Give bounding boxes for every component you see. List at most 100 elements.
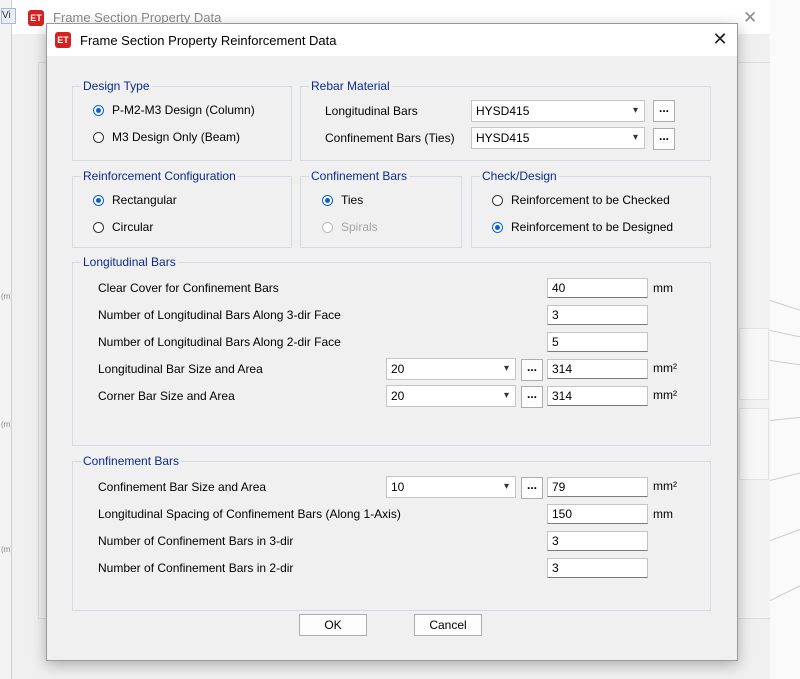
clear-cover-label: Clear Cover for Confinement Bars <box>98 281 279 295</box>
radio-label: Reinforcement to be Checked <box>511 193 670 207</box>
radio-button[interactable] <box>93 131 104 143</box>
design-type-group: Design Type P-M2-M3 Design (Column) M3 D… <box>72 78 292 161</box>
select-value: 20 <box>391 362 405 376</box>
confinement-2dir-field[interactable]: 3 <box>547 558 648 578</box>
etabs-logo-icon: ET <box>55 32 71 48</box>
confinement-bars-label: Confinement Bars (Ties) <box>325 131 455 145</box>
radio-label: M3 Design Only (Beam) <box>112 130 241 144</box>
radio-label: Ties <box>341 193 364 207</box>
clear-cover-field[interactable]: 40 <box>547 278 648 298</box>
check-design-title: Check/Design <box>480 168 559 184</box>
radio-button-checked[interactable] <box>93 194 104 206</box>
chevron-down-icon: ▾ <box>503 481 509 492</box>
chevron-down-icon: ▾ <box>503 363 509 374</box>
radio-button-checked[interactable] <box>322 194 333 206</box>
grid-line <box>770 300 800 314</box>
longitudinal-rebar-select[interactable]: HYSD415 ▾ <box>471 100 645 122</box>
confinement-bars-group: Confinement Bars Confinement Bar Size an… <box>72 453 711 611</box>
cancel-button[interactable]: Cancel <box>414 614 482 636</box>
bars-3dir-field[interactable]: 3 <box>547 305 648 325</box>
confinement-area-field[interactable]: 79 <box>547 477 648 497</box>
bar-size-label: Longitudinal Bar Size and Area <box>98 362 263 376</box>
confinement-area-unit: mm² <box>653 479 677 493</box>
confinement-size-ellipsis-button[interactable]: ... <box>521 477 543 499</box>
background-tab[interactable]: Vi <box>1 8 16 24</box>
corner-bar-ellipsis-button[interactable]: ... <box>521 386 543 408</box>
corner-area-field[interactable]: 314 <box>547 386 648 406</box>
radio-label: Reinforcement to be Designed <box>511 220 674 234</box>
radio-label: Rectangular <box>112 193 177 207</box>
longitudinal-bars-group: Longitudinal Bars Clear Cover for Confin… <box>72 254 711 446</box>
corner-area-unit: mm² <box>653 388 677 402</box>
radio-button-checked[interactable] <box>93 104 104 116</box>
radio-button-checked[interactable] <box>492 221 503 233</box>
confinement-2dir-label: Number of Confinement Bars in 2-dir <box>98 561 294 575</box>
longitudinal-bars-title: Longitudinal Bars <box>81 254 178 270</box>
design-type-title: Design Type <box>81 78 152 94</box>
radio-reinforcement-designed[interactable]: Reinforcement to be Designed <box>492 218 673 236</box>
reinforcement-configuration-group: Reinforcement Configuration Rectangular … <box>72 168 292 248</box>
confinement-type-group: Confinement Bars Ties Spirals <box>300 168 462 248</box>
grid-line <box>770 470 800 481</box>
axis-tick-label: (m) <box>1 292 13 301</box>
bars-2dir-field[interactable]: 5 <box>547 332 648 352</box>
confinement-type-title: Confinement Bars <box>309 168 410 184</box>
radio-ties[interactable]: Ties <box>322 191 363 209</box>
ok-button[interactable]: OK <box>299 614 367 636</box>
dialog-title: Frame Section Property Reinforcement Dat… <box>80 33 337 48</box>
radio-reinforcement-checked[interactable]: Reinforcement to be Checked <box>492 191 670 209</box>
confinement-bars-title: Confinement Bars <box>81 453 182 469</box>
radio-pm2m3-design[interactable]: P-M2-M3 Design (Column) <box>93 101 255 119</box>
close-icon[interactable]: ✕ <box>710 29 730 49</box>
background-inner-box <box>739 328 769 400</box>
radio-button[interactable] <box>93 221 104 233</box>
confinement-size-label: Confinement Bar Size and Area <box>98 480 267 494</box>
background-close-icon[interactable]: ✕ <box>743 8 757 28</box>
bar-area-unit: mm² <box>653 361 677 375</box>
clear-cover-unit: mm <box>653 281 673 295</box>
dialog-titlebar[interactable]: ET Frame Section Property Reinforcement … <box>47 24 737 56</box>
bar-area-field[interactable]: 314 <box>547 359 648 379</box>
confinement-3dir-field[interactable]: 3 <box>547 531 648 551</box>
bar-size-select[interactable]: 20 ▾ <box>386 358 516 380</box>
bar-size-ellipsis-button[interactable]: ... <box>521 359 543 381</box>
grid-line <box>770 582 800 601</box>
radio-circular[interactable]: Circular <box>93 218 153 236</box>
reinforcement-configuration-title: Reinforcement Configuration <box>81 168 238 184</box>
confinement-spacing-unit: mm <box>653 507 673 521</box>
confinement-spacing-label: Longitudinal Spacing of Confinement Bars… <box>98 507 401 521</box>
radio-button-disabled <box>322 221 333 233</box>
select-value: 20 <box>391 389 405 403</box>
radio-rectangular[interactable]: Rectangular <box>93 191 177 209</box>
bars-3dir-label: Number of Longitudinal Bars Along 3-dir … <box>98 308 341 322</box>
axis-tick-label: (m) <box>1 545 13 554</box>
radio-button[interactable] <box>492 194 503 206</box>
grid-line <box>770 360 800 367</box>
grid-line <box>770 415 800 421</box>
background-inner-box <box>739 408 769 480</box>
check-design-group: Check/Design Reinforcement to be Checked… <box>471 168 711 248</box>
background-3d-view <box>770 0 800 679</box>
confinement-spacing-field[interactable]: 150 <box>547 504 648 524</box>
radio-label: Circular <box>112 220 154 234</box>
confinement-size-select[interactable]: 10 ▾ <box>386 476 516 498</box>
rebar-material-group: Rebar Material Longitudinal Bars HYSD415… <box>300 78 711 161</box>
axis-tick-label: (m) <box>1 420 13 429</box>
grid-line <box>770 526 800 541</box>
confinement-rebar-select[interactable]: HYSD415 ▾ <box>471 127 645 149</box>
grid-line <box>770 330 800 340</box>
select-value: HYSD415 <box>476 104 530 118</box>
corner-bar-size-select[interactable]: 20 ▾ <box>386 385 516 407</box>
reinforcement-data-dialog: ET Frame Section Property Reinforcement … <box>46 23 738 661</box>
rebar-material-title: Rebar Material <box>309 78 392 94</box>
select-value: HYSD415 <box>476 131 530 145</box>
chevron-down-icon: ▾ <box>503 390 509 401</box>
confinement-rebar-ellipsis-button[interactable]: ... <box>653 128 675 150</box>
longitudinal-rebar-ellipsis-button[interactable]: ... <box>653 100 675 122</box>
radio-label: Spirals <box>341 220 378 234</box>
etabs-logo-icon: ET <box>28 10 44 26</box>
chevron-down-icon: ▾ <box>632 132 638 143</box>
radio-m3-design[interactable]: M3 Design Only (Beam) <box>93 128 240 146</box>
select-value: 10 <box>391 480 405 494</box>
chevron-down-icon: ▾ <box>632 105 638 116</box>
